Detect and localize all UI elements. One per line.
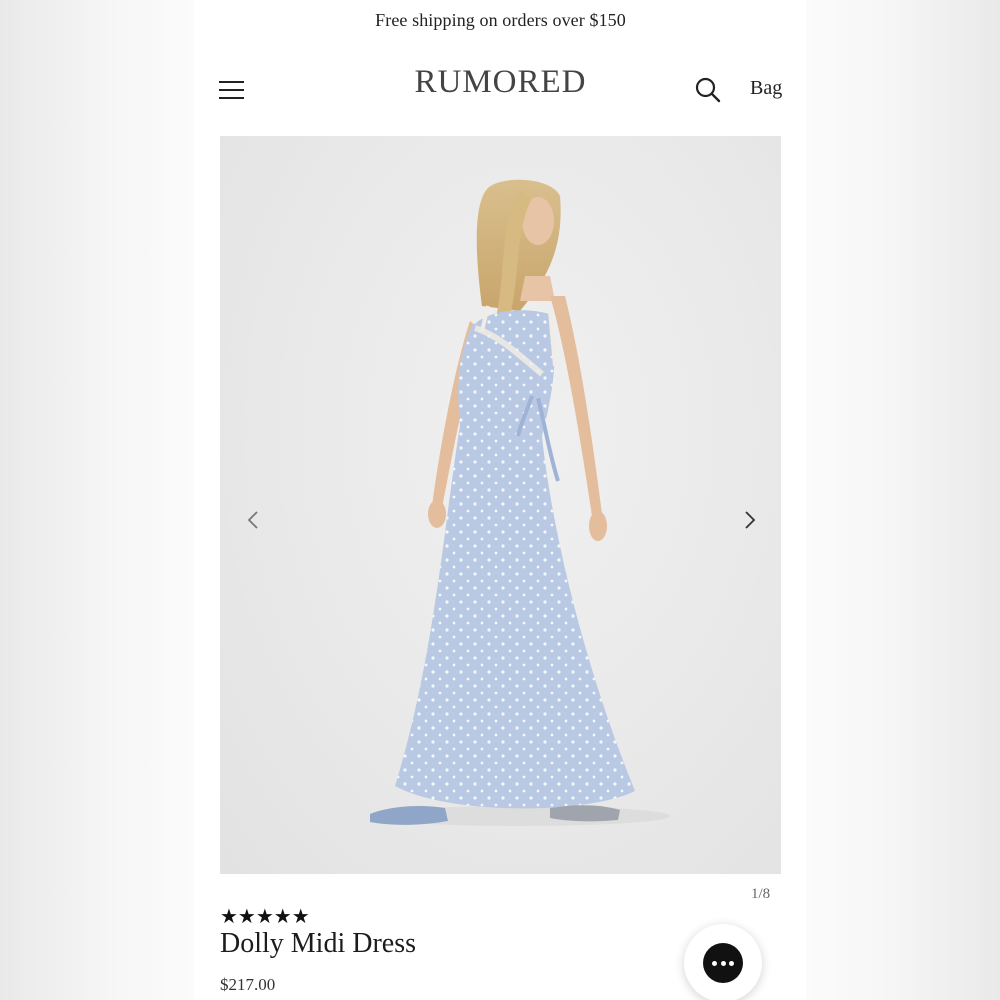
- announcement-bar: Free shipping on orders over $150: [375, 10, 626, 30]
- product-title: Dolly Midi Dress: [220, 928, 416, 959]
- chevron-left-icon: [247, 511, 258, 529]
- bag-link[interactable]: Bag: [750, 77, 782, 100]
- chevron-right-icon: [745, 511, 756, 529]
- next-image-button[interactable]: [737, 508, 761, 532]
- star-rating[interactable]: ★★★★★: [220, 904, 310, 928]
- image-counter: 1/8: [751, 886, 771, 902]
- chat-button[interactable]: [684, 924, 762, 1000]
- product-image: [370, 179, 670, 826]
- search-icon: [695, 77, 721, 103]
- chat-bubble-icon: [703, 943, 743, 983]
- product-image-gallery[interactable]: [220, 136, 781, 874]
- previous-image-button[interactable]: [242, 508, 266, 532]
- search-button[interactable]: [694, 76, 722, 104]
- product-price: $217.00: [220, 975, 276, 994]
- product-page: Free shipping on orders over $150 RUMORE…: [195, 0, 806, 1000]
